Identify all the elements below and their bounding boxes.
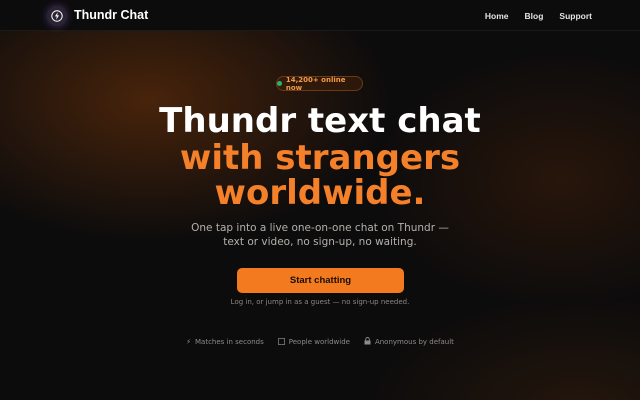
top-nav-bar: Thundr Chat Home Blog Support: [0, 0, 640, 31]
guest-login-note: Log in, or jump in as a guest — no sign-…: [230, 298, 410, 306]
nav-home-link[interactable]: Home: [485, 11, 509, 21]
feature-item: Anonymous by default: [364, 337, 454, 347]
headline-line-1: Thundr text chat: [159, 101, 481, 141]
online-count-text: 14,200+ online now: [285, 75, 346, 92]
lightning-bolt-icon: [51, 10, 63, 22]
feature-label: People worldwide: [288, 338, 350, 346]
main-nav: Home Blog Support: [485, 11, 592, 21]
feature-label: Matches in seconds: [195, 338, 264, 346]
globe-icon: [277, 337, 285, 347]
feature-item: ⚡ Matches in seconds: [186, 337, 264, 347]
subtitle-line-1: One tap into a live one-on-one chat on T…: [191, 222, 449, 234]
start-chatting-button[interactable]: Start chatting: [237, 268, 404, 293]
online-status-dot: [277, 81, 282, 86]
subtitle-line-2: text or video, no sign-up, no waiting.: [223, 236, 417, 248]
nav-blog-link[interactable]: Blog: [525, 11, 544, 21]
nav-support-link[interactable]: Support: [559, 11, 592, 21]
headline-line-3: worldwide.: [214, 173, 426, 213]
feature-label: Anonymous by default: [374, 338, 454, 346]
feature-list: ⚡ Matches in seconds People worldwide An…: [0, 337, 640, 347]
brand-logo[interactable]: [47, 6, 67, 26]
lightning-icon: ⚡: [186, 338, 191, 346]
brand-name[interactable]: Thundr Chat: [74, 8, 148, 22]
headline-line-2: with strangers: [179, 138, 461, 178]
feature-item: People worldwide: [277, 337, 350, 347]
online-count-badge: 14,200+ online now: [276, 75, 363, 92]
lock-icon: [364, 337, 371, 347]
